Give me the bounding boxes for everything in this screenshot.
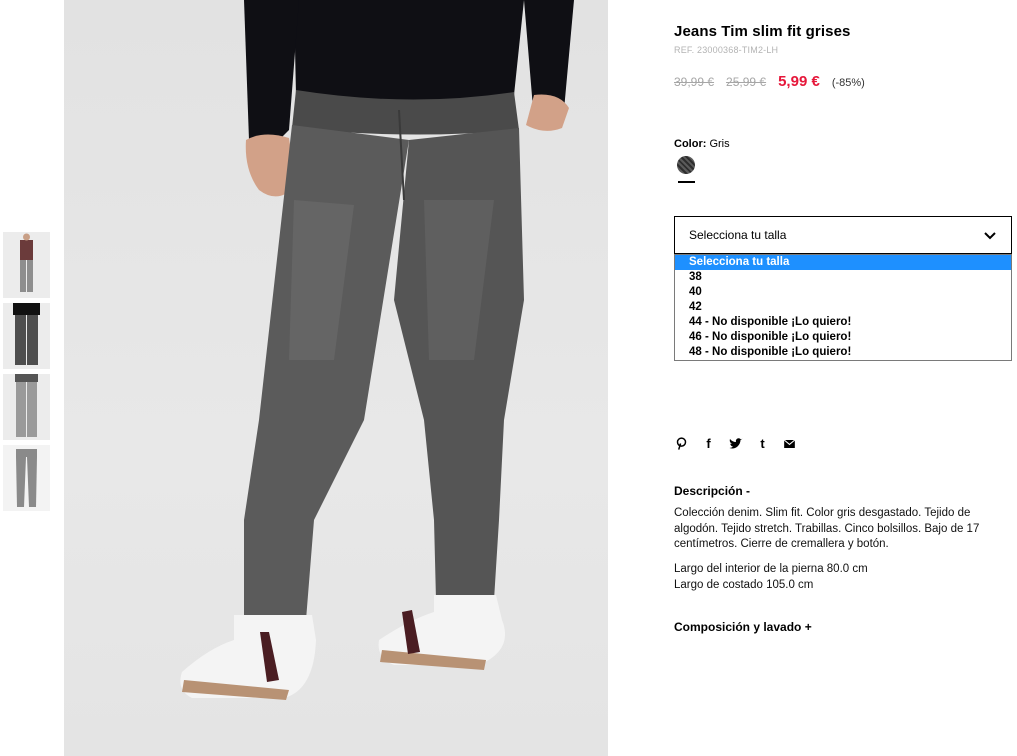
composition-heading[interactable]: Composición y lavado +	[674, 620, 812, 634]
size-option-placeholder[interactable]: Selecciona tu talla	[675, 255, 1011, 270]
measurements: Largo del interior de la pierna 80.0 cm …	[674, 562, 868, 593]
chevron-down-icon	[984, 232, 996, 240]
product-title: Jeans Tim slim fit grises	[674, 23, 851, 40]
product-page: Jeans Tim slim fit grises REF. 23000368-…	[0, 0, 1017, 756]
color-label: Color:	[674, 138, 707, 150]
side-measure: Largo de costado 105.0 cm	[674, 578, 814, 591]
size-option-40[interactable]: 40	[675, 285, 1011, 300]
tumblr-icon[interactable]: t	[755, 436, 770, 451]
size-option-48[interactable]: 48 - No disponible ¡Lo quiero!	[675, 345, 1011, 360]
original-price: 39,99 €	[674, 75, 715, 89]
thumbnail-flat[interactable]	[3, 445, 50, 511]
twitter-icon[interactable]	[728, 436, 743, 451]
share-bar: f t	[674, 436, 797, 451]
thumbnail-full-look[interactable]	[3, 232, 50, 298]
description-heading[interactable]: Descripción -	[674, 484, 750, 498]
size-select-value: Selecciona tu talla	[689, 228, 787, 242]
size-option-38[interactable]: 38	[675, 270, 1011, 285]
size-option-42[interactable]: 42	[675, 300, 1011, 315]
product-main-image	[64, 0, 608, 756]
description-text: Colección denim. Slim fit. Color gris de…	[674, 507, 980, 550]
color-label-row: Color: Gris	[674, 138, 730, 150]
swatch-selected-indicator	[678, 181, 695, 183]
color-swatch-gris[interactable]	[677, 156, 695, 174]
size-select[interactable]: Selecciona tu talla	[674, 216, 1012, 254]
size-option-44[interactable]: 44 - No disponible ¡Lo quiero!	[675, 315, 1011, 330]
price-row: 39,99 € 25,99 € 5,99 € (-85%)	[674, 73, 865, 90]
pinterest-icon[interactable]	[674, 436, 689, 451]
product-reference: REF. 23000368-TIM2-LH	[674, 45, 779, 55]
size-dropdown-list: Selecciona tu talla 38 40 42 44 - No dis…	[674, 254, 1012, 361]
thumbnail-front[interactable]	[3, 303, 50, 369]
previous-price: 25,99 €	[726, 75, 767, 89]
discount-badge: (-85%)	[831, 77, 865, 89]
thumbnail-back[interactable]	[3, 374, 50, 440]
email-icon[interactable]	[782, 436, 797, 451]
facebook-icon[interactable]: f	[701, 436, 716, 451]
inseam-measure: Largo del interior de la pierna 80.0 cm	[674, 563, 868, 575]
thumbnail-strip	[3, 232, 50, 516]
current-price: 5,99 €	[778, 73, 820, 90]
color-value: Gris	[709, 138, 730, 150]
size-option-46[interactable]: 46 - No disponible ¡Lo quiero!	[675, 330, 1011, 345]
